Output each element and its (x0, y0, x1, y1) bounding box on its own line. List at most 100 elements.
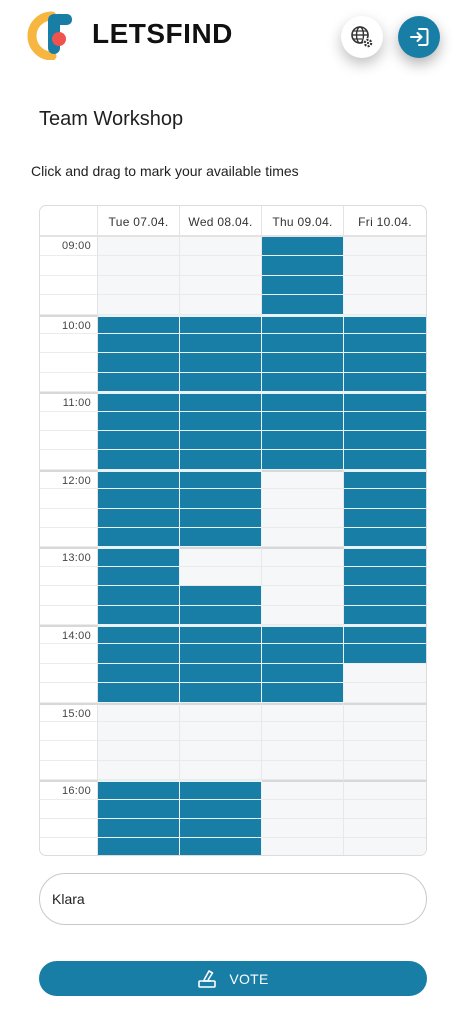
time-slot-available[interactable] (98, 314, 180, 334)
time-slot-available[interactable] (262, 411, 344, 431)
time-slot[interactable] (98, 275, 180, 296)
time-slot[interactable] (262, 566, 344, 587)
time-slot[interactable] (344, 663, 426, 684)
time-slot[interactable] (262, 586, 344, 606)
time-slot[interactable] (344, 741, 426, 761)
time-slot-available[interactable] (344, 586, 426, 606)
time-slot-available[interactable] (262, 334, 344, 354)
brand-name[interactable]: LETSFIND (92, 18, 233, 50)
time-slot-available[interactable] (344, 353, 426, 373)
time-slot-available[interactable] (98, 547, 180, 567)
time-slot[interactable] (262, 780, 344, 800)
time-slot-available[interactable] (344, 392, 426, 412)
time-slot-available[interactable] (98, 586, 180, 606)
time-slot[interactable] (98, 295, 180, 315)
time-slot-available[interactable] (344, 314, 426, 334)
time-slot-available[interactable] (98, 508, 180, 528)
time-slot-available[interactable] (180, 780, 262, 800)
time-slot-available[interactable] (262, 431, 344, 451)
time-slot-available[interactable] (344, 450, 426, 470)
time-slot-available[interactable] (180, 605, 262, 625)
time-slot[interactable] (180, 256, 262, 276)
time-slot-available[interactable] (262, 372, 344, 393)
time-slot-available[interactable] (344, 547, 426, 567)
time-slot[interactable] (262, 469, 344, 490)
time-slot[interactable] (262, 528, 344, 548)
time-slot[interactable] (344, 295, 426, 315)
time-slot[interactable] (344, 780, 426, 800)
time-slot[interactable] (180, 566, 262, 587)
time-slot-available[interactable] (98, 644, 180, 664)
time-slot-available[interactable] (344, 605, 426, 625)
time-slot-available[interactable] (98, 605, 180, 625)
time-slot[interactable] (262, 547, 344, 567)
time-slot-available[interactable] (180, 469, 262, 490)
time-slot[interactable] (98, 237, 180, 257)
time-slot-available[interactable] (344, 489, 426, 509)
time-slot[interactable] (98, 741, 180, 761)
time-slot[interactable] (180, 275, 262, 296)
time-slot-available[interactable] (262, 663, 344, 684)
time-slot[interactable] (344, 799, 426, 819)
time-slot[interactable] (344, 275, 426, 296)
time-slot[interactable] (98, 722, 180, 742)
time-slot-available[interactable] (98, 334, 180, 354)
time-slot[interactable] (180, 722, 262, 742)
time-slot-available[interactable] (180, 353, 262, 373)
time-slot[interactable] (262, 799, 344, 819)
time-slot-available[interactable] (180, 392, 262, 412)
name-input[interactable] (39, 873, 427, 925)
time-slot[interactable] (180, 547, 262, 567)
time-slot-available[interactable] (180, 644, 262, 664)
time-slot[interactable] (344, 702, 426, 722)
time-slot-available[interactable] (344, 431, 426, 451)
time-slot-available[interactable] (98, 780, 180, 800)
time-slot-available[interactable] (98, 353, 180, 373)
time-slot-available[interactable] (344, 625, 426, 645)
time-slot-available[interactable] (262, 392, 344, 412)
time-slot-available[interactable] (98, 392, 180, 412)
time-slot-available[interactable] (98, 450, 180, 470)
time-slot-available[interactable] (180, 819, 262, 839)
time-slot[interactable] (262, 760, 344, 781)
time-slot[interactable] (344, 722, 426, 742)
time-slot-available[interactable] (262, 237, 344, 257)
time-slot-available[interactable] (98, 431, 180, 451)
time-slot-available[interactable] (344, 566, 426, 587)
time-slot-available[interactable] (180, 799, 262, 819)
letsfind-logo[interactable] (26, 10, 74, 61)
time-slot[interactable] (262, 508, 344, 528)
time-slot-available[interactable] (98, 683, 180, 703)
time-slot[interactable] (262, 838, 344, 855)
time-slot[interactable] (262, 722, 344, 742)
time-slot-available[interactable] (344, 528, 426, 548)
time-slot-available[interactable] (98, 469, 180, 490)
time-slot[interactable] (344, 819, 426, 839)
time-slot-available[interactable] (262, 275, 344, 296)
time-slot-available[interactable] (262, 683, 344, 703)
time-slot[interactable] (262, 605, 344, 625)
time-slot-available[interactable] (344, 372, 426, 393)
time-slot[interactable] (262, 741, 344, 761)
availability-grid[interactable]: Tue 07.04. Wed 08.04. Thu 09.04. Fri 10.… (39, 205, 427, 856)
time-slot-available[interactable] (344, 334, 426, 354)
time-slot[interactable] (180, 702, 262, 722)
vote-button[interactable]: VOTE (39, 961, 427, 996)
time-slot[interactable] (262, 489, 344, 509)
time-slot[interactable] (98, 760, 180, 781)
time-slot[interactable] (262, 819, 344, 839)
time-slot-available[interactable] (180, 838, 262, 855)
time-slot[interactable] (344, 256, 426, 276)
time-slot-available[interactable] (180, 450, 262, 470)
time-slot[interactable] (98, 256, 180, 276)
time-slot-available[interactable] (98, 625, 180, 645)
time-slot[interactable] (180, 760, 262, 781)
time-slot-available[interactable] (180, 411, 262, 431)
time-slot-available[interactable] (180, 431, 262, 451)
language-settings-button[interactable] (341, 16, 383, 58)
time-slot-available[interactable] (180, 663, 262, 684)
time-slot-available[interactable] (180, 314, 262, 334)
login-button[interactable] (398, 16, 440, 58)
time-slot-available[interactable] (262, 256, 344, 276)
time-slot-available[interactable] (180, 334, 262, 354)
